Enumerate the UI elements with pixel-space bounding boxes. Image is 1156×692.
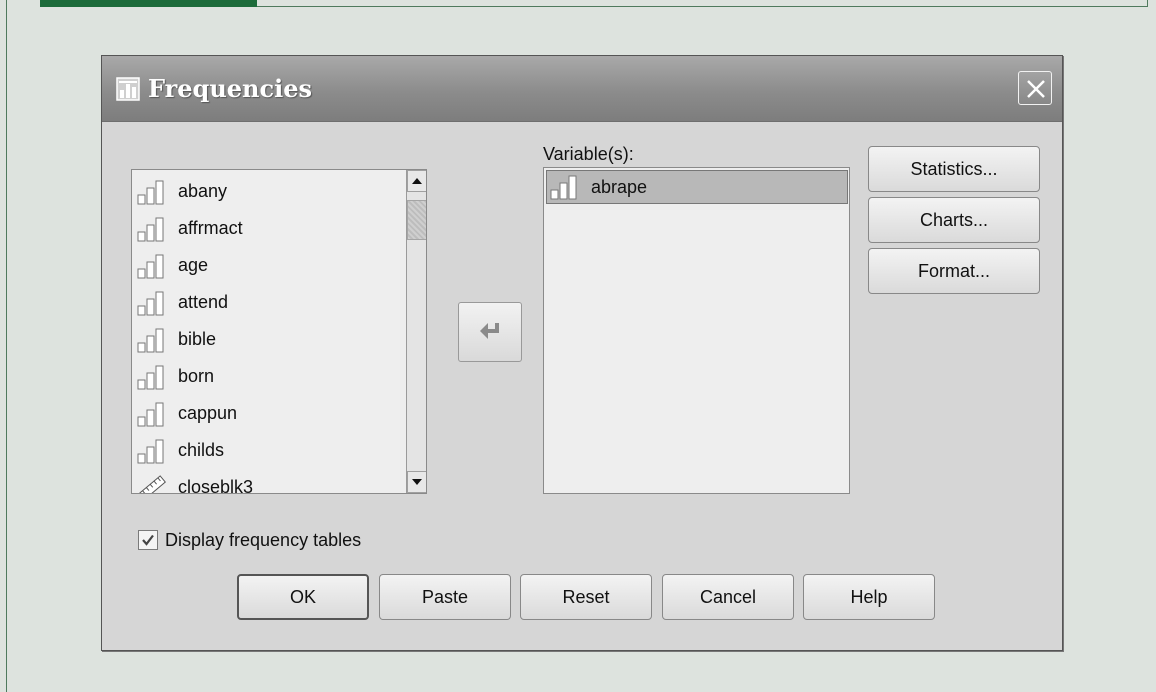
scroll-down-arrow-icon: [412, 479, 422, 485]
scroll-down-button[interactable]: [407, 471, 426, 493]
ordinal-variable-icon: [137, 180, 164, 205]
ok-button[interactable]: OK: [237, 574, 369, 620]
help-button[interactable]: Help: [803, 574, 935, 620]
target-item-label: abrape: [591, 177, 648, 197]
source-item-label: abany: [178, 181, 228, 201]
source-item-label: affrmact: [178, 218, 243, 238]
source-list-item[interactable]: childs: [134, 431, 404, 467]
source-list-item[interactable]: age: [134, 246, 404, 282]
ordinal-variable-icon: [137, 365, 164, 390]
source-item-label: childs: [178, 440, 225, 460]
source-item-label: born: [178, 366, 215, 386]
dialog-title: Frequencies: [148, 74, 312, 103]
source-list-item[interactable]: bible: [134, 320, 404, 356]
scroll-thumb[interactable]: [407, 200, 426, 240]
ordinal-variable-icon: [550, 175, 577, 200]
variables-label: Variable(s):: [543, 144, 634, 165]
source-list-scrollbar[interactable]: [406, 170, 426, 493]
source-list-item[interactable]: affrmact: [134, 209, 404, 245]
top-rule: [257, 6, 1148, 7]
checkmark-icon: [142, 534, 154, 546]
ordinal-variable-icon: [137, 254, 164, 279]
scale-ruler-icon: [137, 475, 167, 493]
source-list-item[interactable]: attend: [134, 283, 404, 319]
source-item-label: cappun: [178, 403, 238, 423]
scroll-up-arrow-icon: [412, 178, 422, 184]
display-frequency-tables-checkbox[interactable]: [138, 530, 158, 550]
close-icon: [1027, 80, 1045, 98]
target-variable-list[interactable]: abrape: [543, 167, 850, 494]
format-button[interactable]: Format...: [868, 248, 1040, 294]
source-list-item[interactable]: abany: [134, 172, 404, 208]
page-frame-left: [6, 0, 7, 692]
top-accent-bar: [40, 0, 257, 7]
top-rule-end: [1147, 0, 1148, 7]
variables-label-text: Variable(s):: [543, 144, 634, 164]
reset-button[interactable]: Reset: [520, 574, 652, 620]
title-bar[interactable]: Frequencies: [102, 56, 1062, 122]
ordinal-variable-icon: [137, 217, 164, 242]
frequencies-dialog-icon: [116, 77, 140, 101]
source-list-item[interactable]: born: [134, 357, 404, 393]
frequencies-dialog: Frequencies abany affrmact age attend bible b…: [101, 55, 1063, 651]
move-variable-button[interactable]: [458, 302, 522, 362]
ordinal-variable-icon: [137, 402, 164, 427]
close-button[interactable]: [1018, 71, 1052, 105]
source-item-label: bible: [178, 329, 217, 349]
source-list-item[interactable]: cappun: [134, 394, 404, 430]
charts-button[interactable]: Charts...: [868, 197, 1040, 243]
ordinal-variable-icon: [137, 291, 164, 316]
cancel-button[interactable]: Cancel: [662, 574, 794, 620]
source-list-item[interactable]: closeblk3: [134, 468, 404, 493]
source-item-label: age: [178, 255, 209, 275]
scroll-up-button[interactable]: [407, 170, 426, 192]
statistics-button[interactable]: Statistics...: [868, 146, 1040, 192]
display-frequency-tables-label[interactable]: Display frequency tables: [165, 530, 361, 551]
target-list-item[interactable]: abrape: [546, 170, 848, 204]
paste-button[interactable]: Paste: [379, 574, 511, 620]
ordinal-variable-icon: [137, 439, 164, 464]
source-variable-list[interactable]: abany affrmact age attend bible born cappun chi…: [131, 169, 427, 494]
move-arrow-icon: [480, 323, 499, 339]
source-item-label: closeblk3: [178, 477, 254, 493]
source-item-label: attend: [178, 292, 229, 312]
ordinal-variable-icon: [137, 328, 164, 353]
